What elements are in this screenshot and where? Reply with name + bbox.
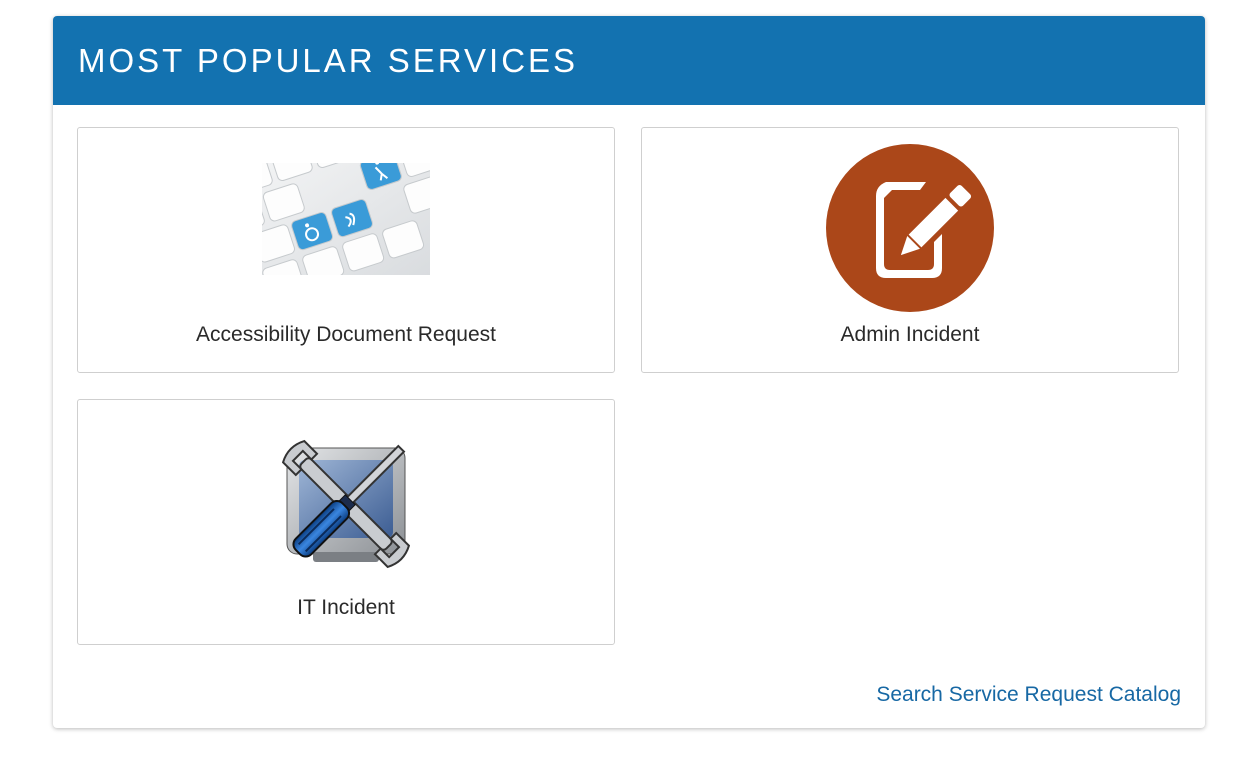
panel-header: MOST POPULAR SERVICES xyxy=(53,16,1205,105)
service-tile-label: Accessibility Document Request xyxy=(196,323,496,346)
edit-document-icon xyxy=(826,144,994,312)
popular-services-panel: MOST POPULAR SERVICES Accessibility Docu… xyxy=(53,16,1205,728)
tools-monitor-icon xyxy=(281,439,411,569)
service-tile-it-incident[interactable]: IT Incident xyxy=(77,399,615,645)
service-tile-label: Admin Incident xyxy=(840,323,980,346)
accessibility-keyboard-icon xyxy=(262,163,430,275)
service-tile-accessibility-document-request[interactable]: Accessibility Document Request xyxy=(77,127,615,373)
panel-title: MOST POPULAR SERVICES xyxy=(78,41,579,79)
search-service-catalog-link[interactable]: Search Service Request Catalog xyxy=(876,683,1181,707)
service-tile-label: IT Incident xyxy=(297,596,395,619)
service-tile-admin-incident[interactable]: Admin Incident xyxy=(641,127,1179,373)
